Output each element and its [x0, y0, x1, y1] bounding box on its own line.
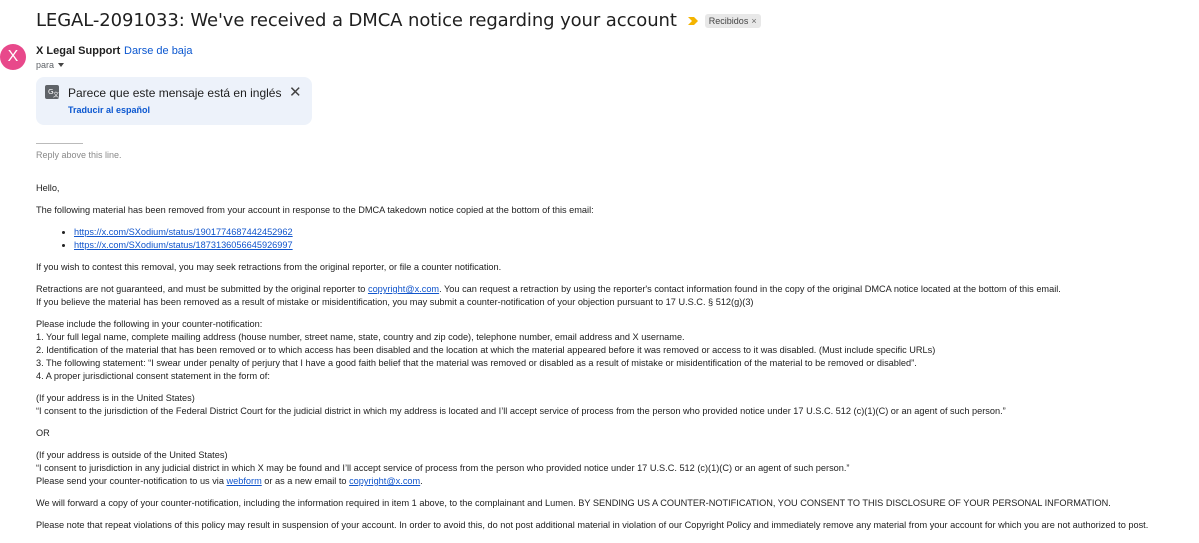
outside-statement: “I consent to jurisdiction in any judici…	[36, 463, 850, 473]
send-paragraph: Please send your counter-notification to…	[36, 475, 1196, 488]
translate-banner: G 文 Parece que este mensaje está en ingl…	[36, 77, 312, 125]
to-label: para	[36, 60, 55, 70]
or-separator: OR	[36, 428, 50, 438]
inbox-label-chip[interactable]: Recibidos ×	[704, 13, 761, 28]
list-item: https://x.com/SXodium/status/18731360566…	[74, 239, 1196, 252]
unsubscribe-link[interactable]: Darse de baja	[124, 45, 193, 57]
retractions-text-2: . You can request a retraction by using …	[439, 284, 1061, 294]
forward-paragraph: We will forward a copy of your counter-n…	[36, 498, 1111, 508]
divider	[36, 143, 83, 144]
outside-header: (If your address is outside of the Unite…	[36, 450, 228, 460]
recipient-details-toggle[interactable]: para	[36, 60, 65, 70]
contest-paragraph: If you wish to contest this removal, you…	[36, 262, 502, 272]
label-chip-text: Recibidos	[708, 15, 749, 26]
send-text-2: or as a new email to	[261, 476, 350, 486]
removed-link-1[interactable]: https://x.com/SXodium/status/19017746874…	[74, 227, 293, 237]
close-icon[interactable]: ✕	[289, 85, 302, 100]
webform-link[interactable]: webform	[227, 476, 262, 486]
requirement-item-3: 3. The following statement: “I swear und…	[36, 358, 917, 368]
email-body: Hello, The following material has been r…	[36, 182, 1196, 532]
repeat-violation-paragraph: Please note that repeat violations of th…	[36, 520, 1149, 530]
translate-banner-title: Parece que este mensaje está en inglés	[68, 86, 282, 100]
greeting: Hello,	[36, 183, 60, 193]
translate-icon: G 文	[45, 85, 59, 99]
label-remove-icon[interactable]: ×	[751, 16, 756, 26]
email-subject: LEGAL-2091033: We've received a DMCA not…	[36, 10, 677, 31]
send-text-3: .	[420, 476, 423, 486]
sender-name[interactable]: X Legal Support	[36, 45, 120, 57]
svg-text:文: 文	[53, 91, 59, 99]
mistake-paragraph: If you believe the material has been rem…	[36, 297, 754, 307]
requirement-item-2: 2. Identification of the material that h…	[36, 345, 936, 355]
translate-link[interactable]: Traducir al español	[68, 105, 150, 115]
caret-down-icon	[58, 63, 65, 67]
removed-link-2[interactable]: https://x.com/SXodium/status/18731360566…	[74, 240, 293, 250]
requirement-item-4: 4. A proper jurisdictional consent state…	[36, 371, 270, 381]
subject-row: LEGAL-2091033: We've received a DMCA not…	[36, 10, 761, 31]
include-intro: Please include the following in your cou…	[36, 319, 263, 329]
retractions-paragraph: Retractions are not guaranteed, and must…	[36, 283, 1196, 296]
importance-marker-icon[interactable]	[687, 15, 699, 27]
retractions-text: Retractions are not guaranteed, and must…	[36, 284, 368, 294]
list-item: https://x.com/SXodium/status/19017746874…	[74, 226, 1196, 239]
requirement-item-1: 1. Your full legal name, complete mailin…	[36, 332, 685, 342]
us-header: (If your address is in the United States…	[36, 393, 195, 403]
removed-links-list: https://x.com/SXodium/status/19017746874…	[36, 226, 1196, 252]
sender-avatar[interactable]: X	[0, 44, 26, 70]
copyright-email-link[interactable]: copyright@x.com	[368, 284, 439, 294]
intro-paragraph: The following material has been removed …	[36, 205, 594, 215]
send-text: Please send your counter-notification to…	[36, 476, 227, 486]
reply-above-note: Reply above this line.	[36, 150, 122, 160]
copyright-email-link-2[interactable]: copyright@x.com	[349, 476, 420, 486]
us-statement: “I consent to the jurisdiction of the Fe…	[36, 406, 1006, 416]
